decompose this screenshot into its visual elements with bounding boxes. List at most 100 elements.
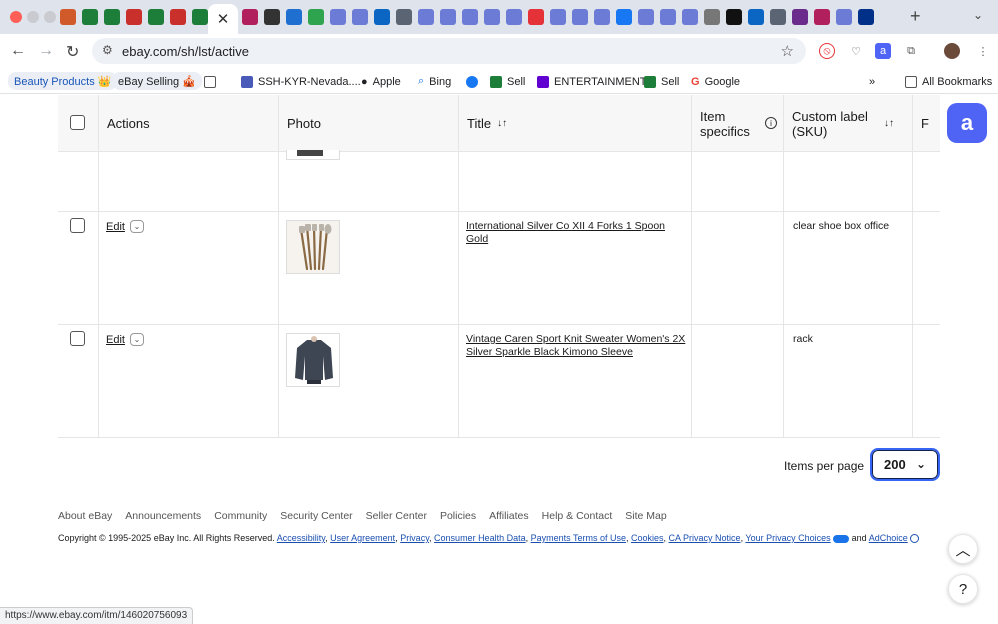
footer-link[interactable]: Site Map <box>625 510 666 522</box>
chevron-down-icon[interactable]: ⌄ <box>130 220 144 233</box>
forward-button[interactable]: → <box>38 42 54 60</box>
bookmark-bing[interactable]: ⌕ Bing <box>418 73 451 90</box>
tab-favicon[interactable] <box>396 9 412 25</box>
tab-favicon[interactable] <box>572 9 588 25</box>
tab-favicon[interactable] <box>792 9 808 25</box>
edit-link[interactable]: Edit <box>106 221 125 233</box>
tab-favicon[interactable] <box>374 9 390 25</box>
tab-search-icon[interactable]: ⌄ <box>973 8 983 22</box>
tab-favicon[interactable] <box>418 9 434 25</box>
footer-link[interactable]: Announcements <box>125 510 201 522</box>
select-all-checkbox[interactable] <box>70 115 85 130</box>
tab-favicon[interactable] <box>60 9 76 25</box>
legal-link[interactable]: Payments Terms of Use <box>531 533 626 543</box>
tab-favicon[interactable] <box>242 9 258 25</box>
assistant-extension-icon[interactable]: a <box>875 43 891 59</box>
tab-favicon[interactable] <box>770 9 786 25</box>
bookmark-entertainment[interactable]: ENTERTAINMENT <box>537 73 647 90</box>
footer-link[interactable]: About eBay <box>58 510 112 522</box>
close-window-button[interactable] <box>10 11 22 23</box>
header-title[interactable]: Title ↓↑ <box>459 95 692 152</box>
footer-link[interactable]: Help & Contact <box>542 510 613 522</box>
header-sku[interactable]: Custom label (SKU) ↓↑ <box>784 95 913 152</box>
legal-link[interactable]: CA Privacy Notice <box>669 533 741 543</box>
tab-favicon[interactable] <box>82 9 98 25</box>
tab-active[interactable]: ✕ <box>208 4 238 34</box>
tab-favicon[interactable] <box>286 9 302 25</box>
sort-icon[interactable]: ↓↑ <box>884 116 894 131</box>
minimize-window-button[interactable] <box>27 11 39 23</box>
apps-grid-icon[interactable] <box>204 73 221 90</box>
listing-title-link[interactable]: International Silver Co XII 4 Forks 1 Sp… <box>466 220 688 246</box>
assistant-floating-button[interactable]: a <box>947 103 987 143</box>
tab-favicon[interactable] <box>170 9 186 25</box>
site-info-icon[interactable]: ⚙ <box>102 43 113 57</box>
tab-favicon[interactable] <box>858 9 874 25</box>
legal-link[interactable]: Cookies <box>631 533 664 543</box>
tab-favicon[interactable] <box>264 9 280 25</box>
edit-link[interactable]: Edit <box>106 334 125 346</box>
zoom-window-button[interactable] <box>44 11 56 23</box>
tab-favicon[interactable] <box>126 9 142 25</box>
tab-favicon[interactable] <box>836 9 852 25</box>
tab-favicon[interactable] <box>308 9 324 25</box>
tab-favicon[interactable] <box>484 9 500 25</box>
bookmark-google[interactable]: G Google <box>691 73 740 90</box>
extension-icon[interactable]: ⦸ <box>819 43 835 59</box>
bookmark-ebay-selling[interactable]: eBay Selling 🎪 <box>112 72 202 90</box>
legal-link[interactable]: Consumer Health Data <box>434 533 526 543</box>
scroll-to-top-button[interactable]: ︿ <box>948 534 978 564</box>
more-bookmarks-button[interactable]: » <box>869 73 875 90</box>
bookmark-sell-1[interactable]: Sell <box>490 73 525 90</box>
footer-link[interactable]: Community <box>214 510 267 522</box>
tab-favicon[interactable] <box>528 9 544 25</box>
heart-extension-icon[interactable]: ♡ <box>848 43 864 59</box>
all-bookmarks-button[interactable]: All Bookmarks <box>905 73 992 90</box>
tab-close-icon[interactable]: ✕ <box>217 10 230 28</box>
row-checkbox[interactable] <box>70 218 85 233</box>
tab-favicon[interactable] <box>462 9 478 25</box>
product-thumbnail[interactable] <box>286 333 340 387</box>
footer-link[interactable]: Seller Center <box>366 510 427 522</box>
adchoice-link[interactable]: AdChoice <box>869 533 908 543</box>
tab-favicon[interactable] <box>704 9 720 25</box>
tab-favicon[interactable] <box>506 9 522 25</box>
row-checkbox[interactable] <box>70 331 85 346</box>
legal-link[interactable]: Accessibility <box>277 533 325 543</box>
bookmark-beauty-products[interactable]: Beauty Products 👑 <box>8 72 118 90</box>
tab-favicon[interactable] <box>594 9 610 25</box>
tab-favicon[interactable] <box>352 9 368 25</box>
address-bar[interactable]: ⚙ ebay.com/sh/lst/active ☆ <box>92 38 806 64</box>
bookmark-sell-2[interactable]: Sell <box>644 73 679 90</box>
tab-favicon[interactable] <box>192 9 208 25</box>
sort-icon[interactable]: ↓↑ <box>497 118 507 129</box>
tab-favicon[interactable] <box>550 9 566 25</box>
url-text[interactable]: ebay.com/sh/lst/active <box>122 44 249 59</box>
product-thumbnail[interactable] <box>286 220 340 274</box>
bookmark-apple[interactable]: ● Apple <box>361 73 401 90</box>
reload-button[interactable]: ↻ <box>66 42 79 62</box>
footer-link[interactable]: Security Center <box>280 510 352 522</box>
extensions-puzzle-icon[interactable]: ⧉ <box>903 43 919 59</box>
chevron-down-icon[interactable]: ⌄ <box>130 333 144 346</box>
bookmark-star-icon[interactable]: ☆ <box>781 42 794 60</box>
back-button[interactable]: ← <box>10 42 26 60</box>
legal-link[interactable]: User Agreement <box>330 533 395 543</box>
tab-favicon[interactable] <box>726 9 742 25</box>
tab-favicon[interactable] <box>440 9 456 25</box>
bookmark-ssh[interactable]: SSH-KYR-Nevada.... <box>241 73 361 90</box>
help-button[interactable]: ? <box>948 574 978 604</box>
footer-link[interactable]: Policies <box>440 510 476 522</box>
tab-favicon[interactable] <box>814 9 830 25</box>
legal-link[interactable]: Your Privacy Choices <box>745 533 830 543</box>
tab-favicon[interactable] <box>104 9 120 25</box>
listing-title-line-1[interactable]: Vintage Caren Sport Knit Sweater Women's… <box>466 333 688 346</box>
tab-favicon[interactable] <box>660 9 676 25</box>
items-per-page-select[interactable]: 200 ⌄ <box>870 448 940 481</box>
bookmark-facebook[interactable] <box>466 73 483 90</box>
info-icon[interactable]: i <box>765 117 777 129</box>
footer-link[interactable]: Affiliates <box>489 510 529 522</box>
new-tab-button[interactable]: + <box>910 6 921 27</box>
browser-menu-icon[interactable]: ⋮ <box>975 43 991 59</box>
profile-avatar[interactable] <box>944 43 960 59</box>
